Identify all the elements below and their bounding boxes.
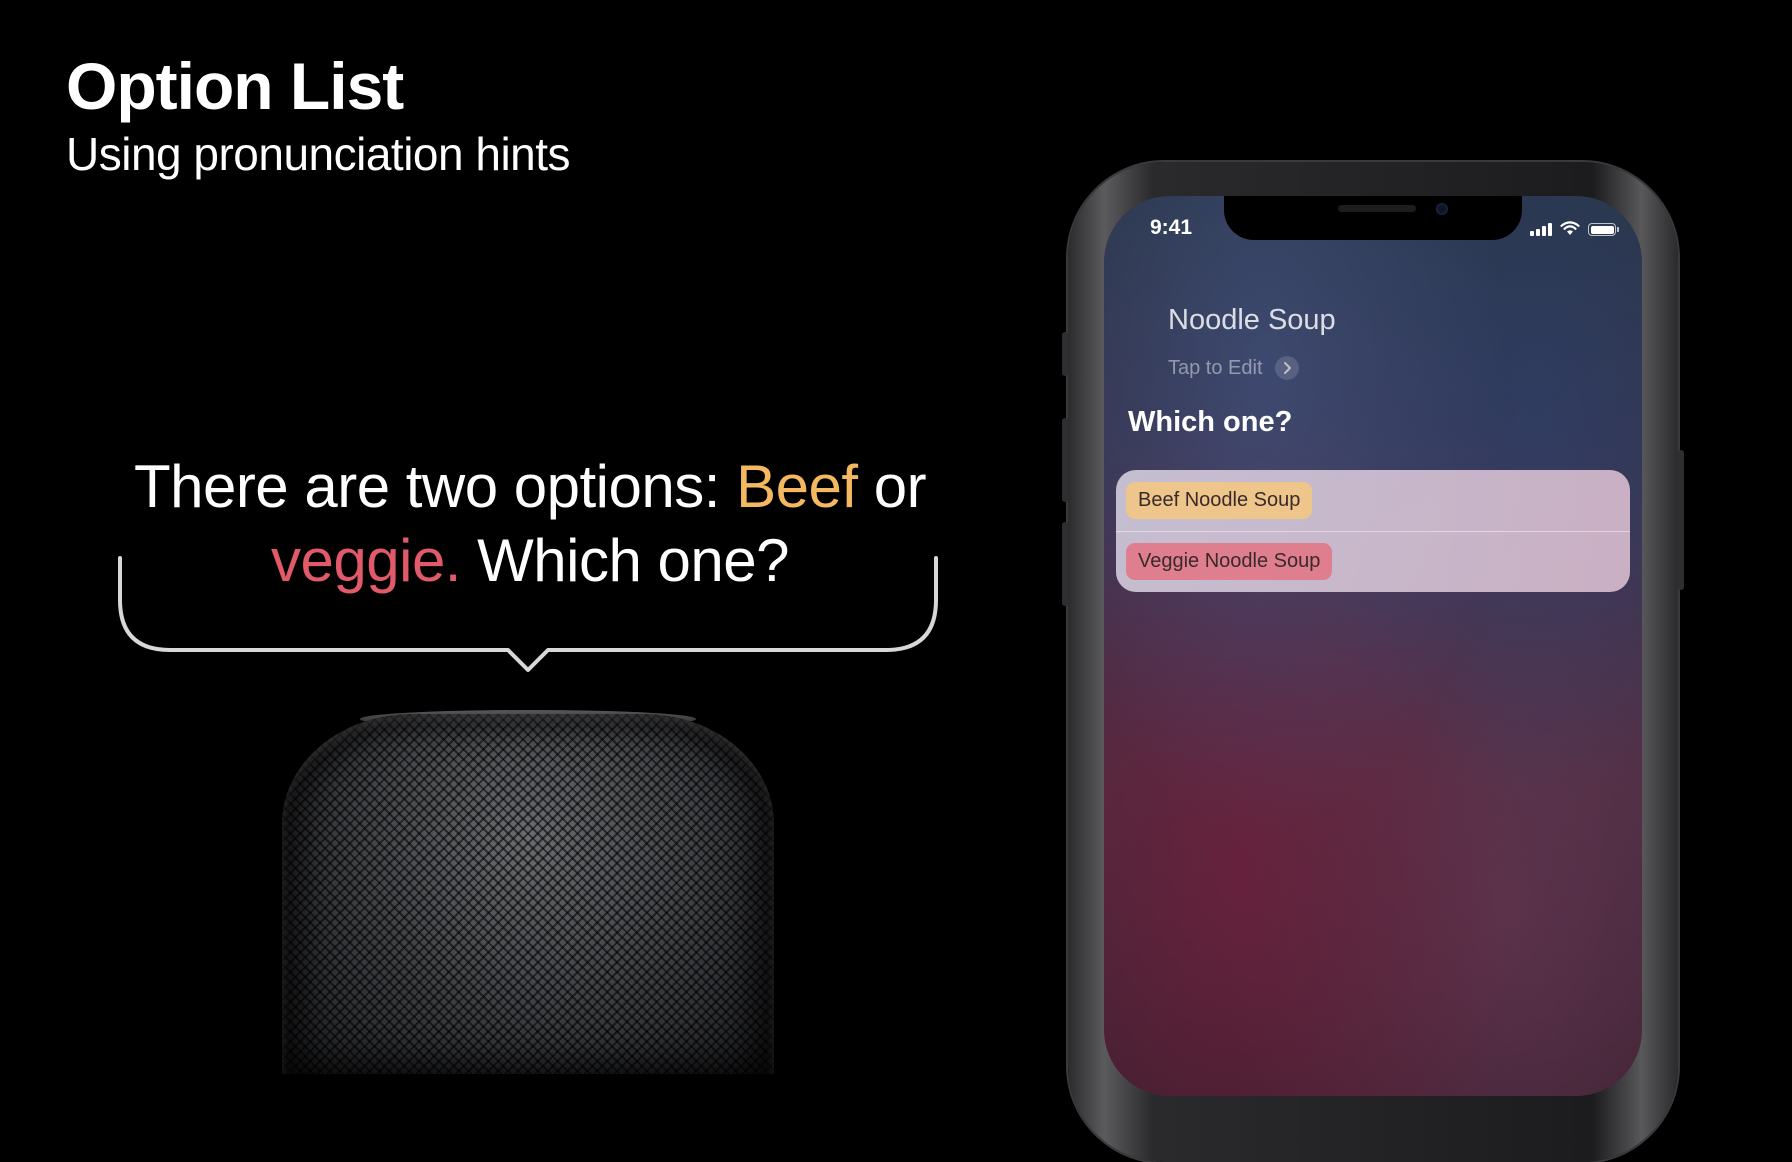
earpiece-speaker [1338, 205, 1416, 212]
chevron-right-icon [1274, 356, 1299, 380]
phone-volume-down-button [1062, 522, 1068, 606]
siri-query-text: Noodle Soup [1168, 304, 1336, 336]
homepod-speaker-image [282, 714, 774, 1074]
front-camera [1436, 203, 1448, 215]
slide-title: Option List [66, 49, 404, 123]
battery-icon [1588, 223, 1619, 236]
speech-option-beef: Beef [736, 453, 858, 520]
phone-side-button [1678, 450, 1684, 590]
phone-volume-up-button [1062, 418, 1068, 502]
slide-subtitle: Using pronunciation hints [66, 128, 571, 180]
option-row-beef[interactable]: Beef Noodle Soup [1116, 470, 1630, 532]
phone-silent-switch [1062, 332, 1068, 376]
speech-text-part: There are two options: [133, 453, 737, 520]
iphone-screen: 9:41 Noodle Soup Tap to Edit Which one? … [1104, 196, 1642, 1096]
siri-prompt-heading: Which one? [1128, 406, 1293, 438]
option-veggie-noodle-soup: Veggie Noodle Soup [1126, 543, 1333, 580]
cellular-signal-icon [1530, 222, 1552, 236]
option-beef-noodle-soup: Beef Noodle Soup [1126, 482, 1313, 519]
options-list-card: Beef Noodle Soup Veggie Noodle Soup [1116, 470, 1630, 592]
phone-notch [1224, 196, 1522, 240]
speech-option-veggie: veggie. [271, 527, 461, 594]
tap-to-edit-button[interactable]: Tap to Edit [1168, 356, 1299, 380]
tap-to-edit-label: Tap to Edit [1168, 356, 1263, 379]
status-bar-time: 9:41 [1150, 216, 1193, 239]
wifi-icon [1560, 221, 1580, 235]
speech-text-part: Which one? [460, 527, 789, 594]
option-row-veggie[interactable]: Veggie Noodle Soup [1116, 531, 1630, 592]
siri-speech-text: There are two options: Beef or veggie. Wh… [100, 450, 960, 598]
speech-text-part: or [857, 453, 927, 520]
status-bar-icons [1530, 218, 1619, 236]
